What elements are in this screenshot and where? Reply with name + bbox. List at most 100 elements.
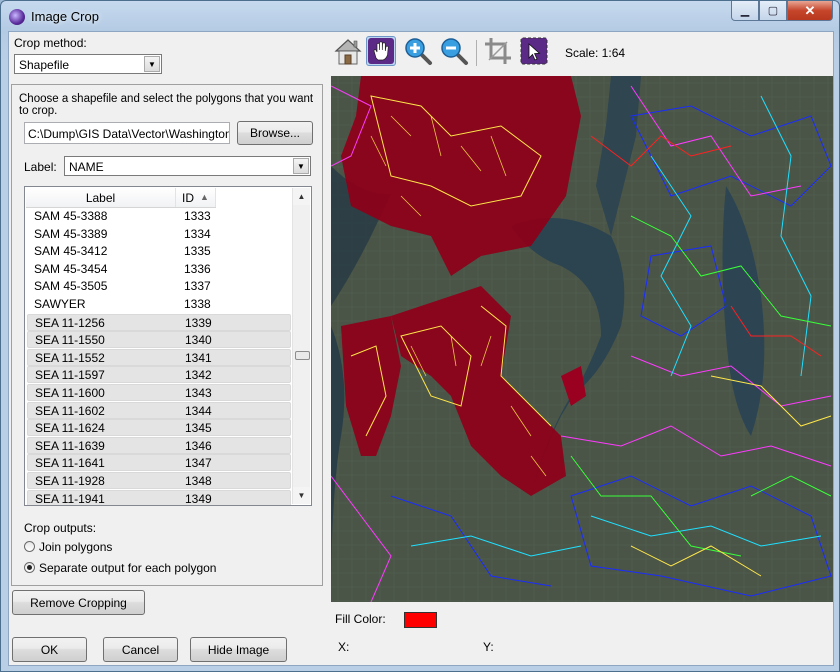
list-item-id: 1347 bbox=[185, 456, 212, 471]
zoom-out-icon bbox=[441, 38, 468, 65]
window-title: Image Crop bbox=[31, 9, 99, 24]
list-item-label: SEA 11-1600 bbox=[35, 386, 105, 400]
list-item-id: 1348 bbox=[185, 474, 212, 488]
list-item[interactable]: SAM 45-3454 1336 bbox=[27, 261, 291, 278]
fill-color-label: Fill Color: bbox=[335, 612, 386, 626]
separate-output-label: Separate output for each polygon bbox=[39, 561, 217, 575]
polygon-list[interactable]: Label ID ▲ SAM 45-3388 1333 SAM 45-3389 133… bbox=[24, 186, 312, 506]
list-item-id: 1344 bbox=[185, 403, 212, 418]
chevron-down-icon: ▼ bbox=[144, 56, 160, 72]
sort-ascending-icon: ▲ bbox=[200, 192, 209, 202]
column-header-label-text: Label bbox=[85, 190, 116, 205]
list-item-id: 1335 bbox=[184, 244, 211, 259]
list-item[interactable]: SEA 11-1600 1343 bbox=[27, 384, 291, 401]
zoom-out-button[interactable] bbox=[439, 36, 469, 66]
list-item-id: 1345 bbox=[185, 421, 212, 436]
list-item[interactable]: SEA 11-1550 1340 bbox=[27, 331, 291, 349]
list-item[interactable]: SEA 11-1597 1342 bbox=[27, 366, 291, 384]
list-item[interactable]: SEA 11-1256 1339 bbox=[27, 313, 291, 331]
image-crop-window: Image Crop ▁ ▢ ✕ Crop method: Shapefile … bbox=[0, 0, 840, 672]
chevron-down-icon: ▼ bbox=[293, 158, 309, 174]
cancel-button[interactable]: Cancel bbox=[103, 637, 178, 662]
crop-method-select[interactable]: Shapefile ▼ bbox=[14, 54, 162, 74]
scroll-down-icon[interactable]: ▼ bbox=[293, 487, 310, 504]
select-polygon-icon bbox=[520, 37, 548, 65]
list-item[interactable]: SEA 11-1941 1349 bbox=[27, 489, 291, 506]
x-coordinate-label: X: bbox=[338, 640, 350, 654]
label-field-value: NAME bbox=[69, 160, 104, 174]
crop-button[interactable] bbox=[483, 36, 513, 66]
minimize-button[interactable]: ▁ bbox=[731, 1, 759, 21]
select-polygon-button[interactable] bbox=[519, 36, 549, 66]
pan-hand-icon bbox=[368, 38, 394, 64]
list-item-id: 1341 bbox=[185, 350, 212, 365]
list-item-label: SEA 11-1928 bbox=[35, 474, 105, 488]
list-item-id: 1338 bbox=[184, 297, 211, 311]
crop-method-label: Crop method: bbox=[14, 36, 87, 50]
list-item[interactable]: SEA 11-1602 1344 bbox=[27, 401, 291, 419]
list-item-id: 1336 bbox=[184, 261, 211, 276]
title-bar[interactable]: Image Crop ▁ ▢ ✕ bbox=[1, 1, 839, 31]
dialog-client-area: Crop method: Shapefile ▼ Choose a shapef… bbox=[8, 31, 834, 666]
list-item-id: 1342 bbox=[185, 368, 212, 383]
list-item[interactable]: SAM 45-3412 1335 bbox=[27, 243, 291, 260]
list-item-id: 1333 bbox=[184, 209, 211, 223]
maximize-icon: ▢ bbox=[767, 5, 779, 17]
label-field-select[interactable]: NAME ▼ bbox=[64, 156, 311, 176]
separate-output-radio[interactable] bbox=[24, 562, 35, 573]
list-item-id: 1339 bbox=[185, 315, 212, 330]
scroll-up-icon[interactable]: ▲ bbox=[293, 188, 310, 205]
list-scrollbar[interactable]: ▲ ▼ bbox=[292, 188, 310, 504]
app-icon bbox=[9, 9, 25, 25]
list-item[interactable]: SEA 11-1552 1341 bbox=[27, 348, 291, 366]
list-item[interactable]: SAWYER 1338 bbox=[27, 296, 291, 313]
column-header-id[interactable]: ID ▲ bbox=[176, 188, 216, 207]
list-item[interactable]: SEA 11-1639 1346 bbox=[27, 436, 291, 454]
home-icon bbox=[334, 39, 362, 65]
map-viewer[interactable] bbox=[331, 76, 833, 602]
list-item-id: 1334 bbox=[184, 226, 211, 241]
list-item-label: SEA 11-1552 bbox=[35, 350, 105, 365]
list-item-label: SEA 11-1941 bbox=[35, 491, 105, 506]
list-item-label: SEA 11-1641 bbox=[35, 456, 105, 471]
hide-image-button[interactable]: Hide Image bbox=[190, 637, 287, 662]
shapefile-path-input[interactable]: C:\Dump\GIS Data\Vector\Washington\Ki bbox=[24, 122, 230, 144]
maximize-button[interactable]: ▢ bbox=[759, 1, 787, 21]
list-item[interactable]: SAM 45-3505 1337 bbox=[27, 278, 291, 295]
list-item-label: SEA 11-1550 bbox=[35, 333, 105, 348]
home-button[interactable] bbox=[333, 36, 363, 66]
list-item-label: SEA 11-1602 bbox=[35, 403, 105, 418]
toolbar-separator bbox=[476, 40, 477, 66]
crop-outputs-label: Crop outputs: bbox=[24, 521, 97, 535]
zoom-in-button[interactable] bbox=[403, 36, 433, 66]
list-item-label: SEA 11-1256 bbox=[35, 315, 105, 330]
remove-cropping-button[interactable]: Remove Cropping bbox=[12, 590, 145, 615]
list-item-label: SAM 45-3412 bbox=[34, 244, 108, 259]
browse-button[interactable]: Browse... bbox=[237, 121, 313, 145]
close-button[interactable]: ✕ bbox=[787, 1, 833, 21]
list-item-label: SAWYER bbox=[34, 297, 86, 311]
shapefile-panel: Choose a shapefile and select the polygo… bbox=[11, 84, 323, 586]
list-item-label: SEA 11-1624 bbox=[35, 421, 105, 436]
map-image bbox=[331, 76, 833, 602]
pan-tool-button[interactable] bbox=[366, 36, 396, 66]
list-item-id: 1346 bbox=[185, 438, 212, 453]
list-item[interactable]: SEA 11-1641 1347 bbox=[27, 454, 291, 472]
join-polygons-radio[interactable] bbox=[24, 541, 35, 552]
list-item-id: 1340 bbox=[185, 333, 212, 348]
minimize-icon: ▁ bbox=[740, 5, 750, 17]
shapefile-instructions: Choose a shapefile and select the polygo… bbox=[19, 93, 314, 117]
list-item[interactable]: SAM 45-3389 1334 bbox=[27, 226, 291, 243]
column-header-label[interactable]: Label bbox=[26, 188, 176, 207]
fill-color-swatch[interactable] bbox=[404, 612, 437, 628]
list-item-label: SAM 45-3454 bbox=[34, 261, 108, 276]
crop-method-value: Shapefile bbox=[19, 58, 70, 72]
list-item-id: 1349 bbox=[185, 491, 212, 506]
scroll-thumb[interactable] bbox=[295, 351, 310, 360]
join-polygons-label: Join polygons bbox=[39, 540, 113, 554]
list-item[interactable]: SEA 11-1928 1348 bbox=[27, 472, 291, 489]
list-item[interactable]: SAM 45-3388 1333 bbox=[27, 208, 291, 225]
ok-button[interactable]: OK bbox=[12, 637, 87, 662]
list-item-id: 1343 bbox=[185, 386, 212, 400]
list-item[interactable]: SEA 11-1624 1345 bbox=[27, 419, 291, 437]
